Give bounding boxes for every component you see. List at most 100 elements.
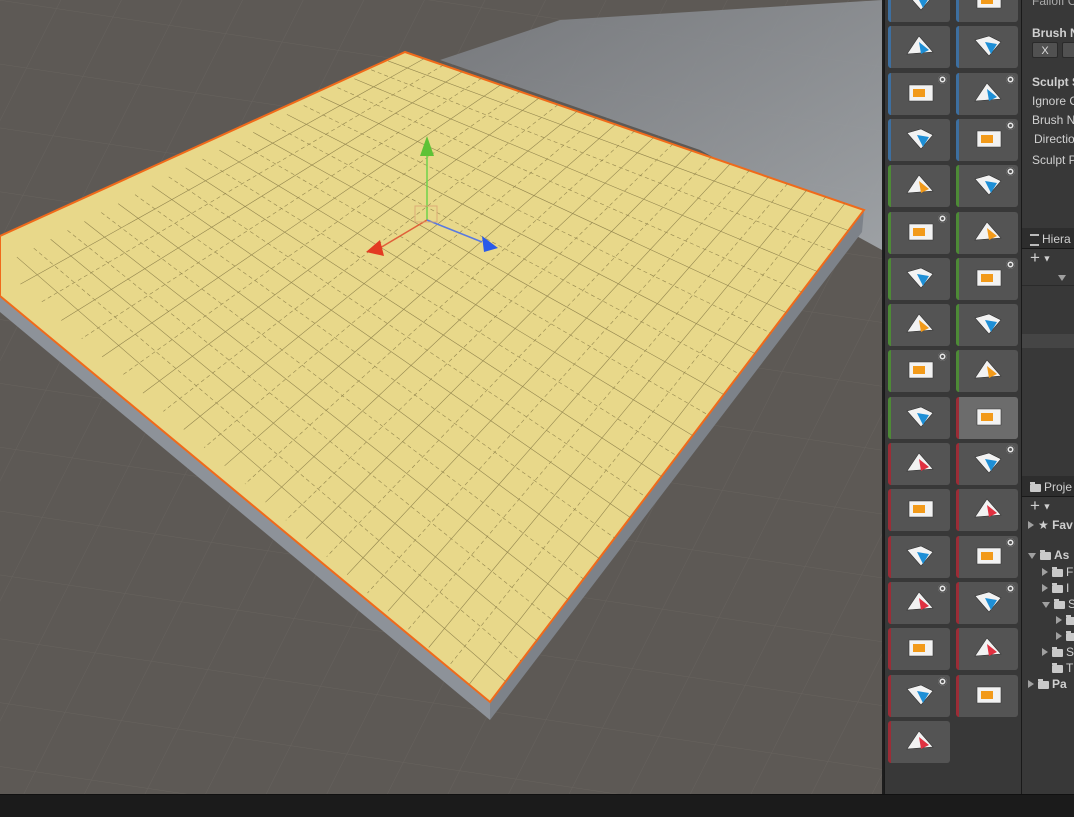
insert-edge-icon bbox=[974, 498, 1002, 518]
assets-row[interactable]: As bbox=[1028, 548, 1069, 562]
packages-row[interactable]: Pa bbox=[1028, 677, 1067, 691]
toolbar-button-flip-normal[interactable] bbox=[888, 489, 950, 532]
toolbar-button-rotate-face[interactable] bbox=[956, 304, 1018, 347]
brick-select-icon bbox=[908, 84, 934, 101]
probuilder-toolbar bbox=[884, 0, 1021, 794]
toolbar-button-extrude-back[interactable] bbox=[956, 165, 1018, 208]
toolbar-button-flip-face[interactable] bbox=[956, 211, 1018, 254]
expand-arrow-icon bbox=[1028, 680, 1034, 688]
subdivide-face-icon bbox=[974, 591, 1002, 613]
toolbar-button-insert-edge[interactable] bbox=[956, 489, 1018, 532]
asset-folder-row[interactable]: F bbox=[1042, 565, 1073, 579]
toolbar-button-extrude-face[interactable] bbox=[956, 443, 1018, 485]
sculpt-p-label: Sculpt P bbox=[1032, 153, 1074, 167]
merge-cube-icon bbox=[906, 313, 934, 333]
favorites-row[interactable]: ★ Fav bbox=[1028, 518, 1073, 532]
sculpt-settings-label: Sculpt S bbox=[1032, 75, 1074, 89]
gear-icon[interactable] bbox=[938, 676, 947, 686]
toolbar-button-mirror-object[interactable] bbox=[888, 350, 950, 393]
toolbar-button-freeze-transform[interactable] bbox=[888, 396, 950, 439]
cube-select-icon bbox=[974, 82, 1002, 101]
gear-icon[interactable] bbox=[1006, 259, 1015, 269]
folder-icon bbox=[1052, 582, 1063, 593]
select-edge-loop-icon bbox=[974, 35, 1002, 57]
tab-project[interactable]: Proje bbox=[1030, 480, 1072, 494]
toolbar-button-subdivide-face[interactable] bbox=[956, 581, 1018, 624]
asset-subfolder-row[interactable] bbox=[1056, 613, 1074, 627]
asset-folder-row[interactable]: S bbox=[1042, 645, 1074, 659]
toolbar-button-select-face[interactable] bbox=[888, 26, 950, 69]
asset-folder-row[interactable]: T bbox=[1052, 661, 1073, 675]
conform-normals-icon bbox=[906, 545, 934, 567]
asset-folder-row[interactable]: I bbox=[1042, 581, 1069, 595]
split-vertices-icon bbox=[974, 359, 1002, 379]
gear-icon[interactable] bbox=[938, 583, 947, 593]
expand-arrow-icon bbox=[1058, 275, 1066, 281]
toolbar-button-extrude-forward[interactable] bbox=[888, 165, 950, 208]
expand-arrow-icon bbox=[1042, 602, 1050, 608]
edge-cut-icon bbox=[974, 637, 1002, 657]
gear-icon[interactable] bbox=[1006, 120, 1015, 130]
scene-viewport[interactable] bbox=[0, 0, 882, 794]
list-icon bbox=[1030, 233, 1039, 246]
toolbar-button-vertex-colors[interactable] bbox=[956, 674, 1018, 717]
toolbar-button-triangulate-face[interactable] bbox=[888, 443, 950, 485]
status-bar bbox=[0, 794, 1074, 817]
favorites-label: Fav bbox=[1052, 518, 1073, 532]
delete-vertex-icon bbox=[976, 0, 1002, 9]
hierarchy-tab-label: Hiera bbox=[1042, 232, 1071, 246]
extrude-face-icon bbox=[974, 452, 1002, 474]
gear-icon[interactable] bbox=[1006, 167, 1015, 177]
gear-icon[interactable] bbox=[938, 352, 947, 362]
toolbar-button-world-pivot[interactable] bbox=[888, 0, 950, 22]
gear-icon[interactable] bbox=[1006, 537, 1015, 547]
bevel-face-icon bbox=[906, 591, 934, 611]
toolbar-button-box-wire[interactable] bbox=[956, 257, 1018, 300]
toolbar-button-conform-normals[interactable] bbox=[888, 535, 950, 578]
gear-icon[interactable] bbox=[938, 213, 947, 223]
expand-arrow-icon bbox=[1056, 632, 1062, 640]
grow-selection-icon bbox=[976, 130, 1002, 148]
toolbar-button-shrink-selection[interactable] bbox=[888, 118, 950, 161]
asset-folder-row[interactable]: S bbox=[1042, 597, 1074, 611]
folder-icon bbox=[1066, 630, 1074, 641]
toolbar-button-detach-face[interactable] bbox=[956, 396, 1018, 439]
scene-canvas[interactable] bbox=[0, 0, 882, 794]
project-add-button[interactable]: + ▼ bbox=[1030, 496, 1051, 516]
folder-label: S bbox=[1066, 645, 1074, 659]
toolbar-button-cube-blue[interactable] bbox=[956, 535, 1018, 578]
toolbar-button-bevel-face[interactable] bbox=[888, 581, 950, 624]
flip-normal-icon bbox=[908, 500, 934, 518]
gear-icon[interactable] bbox=[1006, 583, 1015, 593]
toolbar-button-merge-cube[interactable] bbox=[888, 304, 950, 347]
toolbar-button-pivot-center[interactable] bbox=[888, 257, 950, 300]
expand-arrow-icon bbox=[1042, 568, 1048, 576]
gear-icon[interactable] bbox=[1006, 74, 1015, 84]
asset-subfolder-row[interactable] bbox=[1056, 629, 1074, 643]
hierarchy-row-scene[interactable] bbox=[1058, 270, 1074, 284]
direction-label: Directio bbox=[1034, 132, 1074, 146]
toolbar-button-split-vertices[interactable] bbox=[956, 350, 1018, 393]
toolbar-button-uv2-generate[interactable] bbox=[888, 211, 950, 254]
gear-icon[interactable] bbox=[1006, 445, 1015, 454]
hierarchy-add-button[interactable]: + ▼ bbox=[1030, 248, 1051, 268]
toolbar-button-delete-vertex[interactable] bbox=[956, 0, 1018, 22]
toolbar-button-brick-select[interactable] bbox=[888, 72, 950, 115]
gear-icon[interactable] bbox=[938, 74, 947, 84]
hierarchy-row[interactable] bbox=[1022, 334, 1074, 348]
toolbar-button-select-edge-loop[interactable] bbox=[956, 26, 1018, 69]
tab-hierarchy[interactable]: Hiera bbox=[1030, 232, 1071, 246]
toolbar-button-set-pivot[interactable] bbox=[888, 720, 950, 763]
folder-icon bbox=[1052, 646, 1063, 657]
toolbar-button-cube-select[interactable] bbox=[956, 72, 1018, 115]
toolbar-button-edge-cut[interactable] bbox=[956, 628, 1018, 671]
folder-label: T bbox=[1066, 661, 1074, 675]
toolbar-button-offset-element[interactable] bbox=[888, 674, 950, 717]
brush-normal-2-label: Brush N bbox=[1032, 113, 1074, 127]
hierarchy-list[interactable] bbox=[1022, 285, 1074, 476]
world-pivot-icon bbox=[911, 0, 930, 11]
x-button[interactable]: X bbox=[1032, 42, 1058, 58]
toolbar-button-red-face[interactable] bbox=[888, 628, 950, 671]
toolbar-button-grow-selection[interactable] bbox=[956, 118, 1018, 161]
y-button[interactable] bbox=[1062, 42, 1074, 58]
